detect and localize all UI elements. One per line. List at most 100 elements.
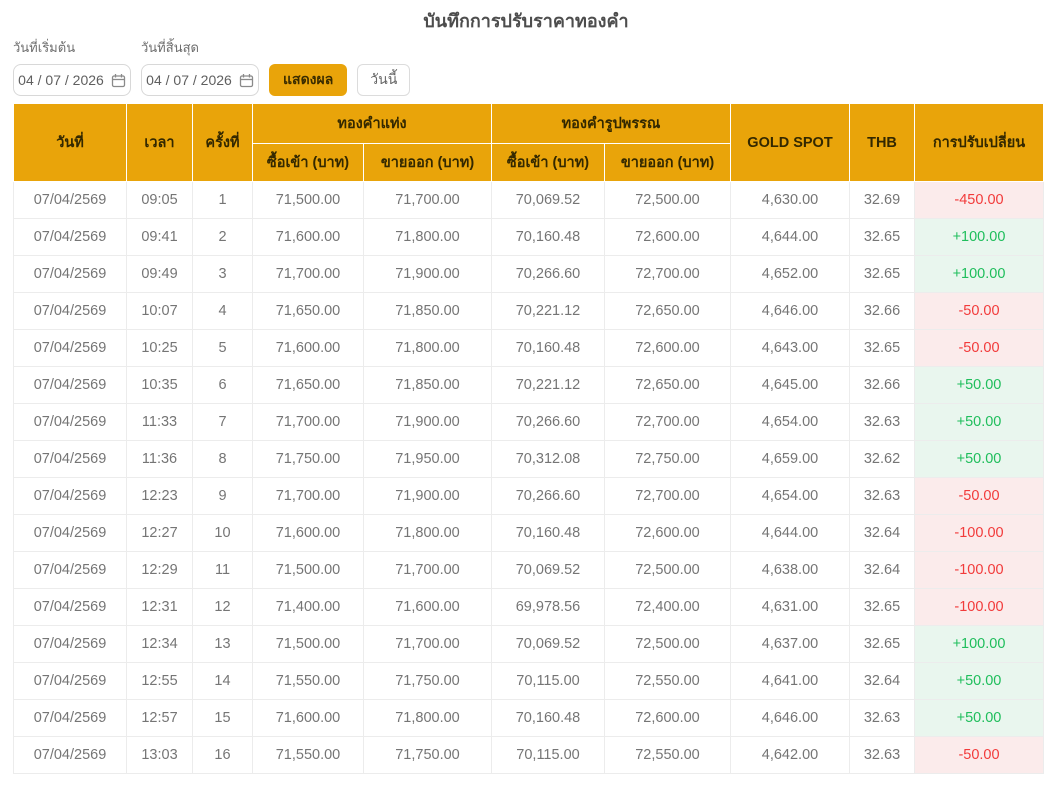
cell-ornament-buy: 70,160.48	[491, 329, 605, 367]
col-header-thb: THB	[849, 103, 915, 182]
cell-round: 14	[192, 662, 253, 700]
end-date-input[interactable]: 04 / 07 / 2026	[141, 64, 259, 96]
cell-bar-sell: 71,850.00	[363, 292, 492, 330]
table-row: 07/04/2569 12:27 10 71,600.00 71,800.00 70,16…	[13, 514, 1044, 552]
cell-date: 07/04/2569	[13, 662, 127, 700]
table-row: 07/04/2569 09:05 1 71,500.00 71,700.00 70,069…	[13, 181, 1044, 219]
cell-change: -100.00	[914, 588, 1044, 626]
cell-thb: 32.63	[849, 736, 915, 774]
cell-bar-buy: 71,600.00	[252, 329, 364, 367]
cell-date: 07/04/2569	[13, 736, 127, 774]
cell-change: -50.00	[914, 477, 1044, 515]
col-group-gold-bar: ทองคำแท่ง	[252, 103, 492, 144]
show-results-button[interactable]: แสดงผล	[269, 64, 348, 96]
col-header-ornament-buy: ซื้อเข้า (บาท)	[491, 143, 605, 182]
today-button[interactable]: วันนี้	[357, 64, 411, 96]
cell-bar-buy: 71,600.00	[252, 218, 364, 256]
cell-bar-buy: 71,700.00	[252, 255, 364, 293]
cell-thb: 32.65	[849, 218, 915, 256]
cell-bar-buy: 71,550.00	[252, 662, 364, 700]
cell-date: 07/04/2569	[13, 218, 127, 256]
cell-time: 12:57	[126, 699, 193, 737]
cell-thb: 32.64	[849, 551, 915, 589]
cell-ornament-buy: 70,221.12	[491, 292, 605, 330]
col-header-date: วันที่	[13, 103, 127, 182]
cell-bar-sell: 71,900.00	[363, 477, 492, 515]
cell-thb: 32.63	[849, 699, 915, 737]
cell-thb: 32.63	[849, 477, 915, 515]
cell-change: +50.00	[914, 662, 1044, 700]
cell-gold-spot: 4,643.00	[730, 329, 850, 367]
calendar-icon[interactable]	[239, 73, 254, 88]
cell-bar-sell: 71,600.00	[363, 588, 492, 626]
cell-gold-spot: 4,652.00	[730, 255, 850, 293]
cell-bar-buy: 71,700.00	[252, 403, 364, 441]
cell-thb: 32.64	[849, 662, 915, 700]
cell-date: 07/04/2569	[13, 551, 127, 589]
cell-time: 12:27	[126, 514, 193, 552]
table-row: 07/04/2569 12:55 14 71,550.00 71,750.00 70,11…	[13, 662, 1044, 700]
cell-bar-sell: 71,800.00	[363, 699, 492, 737]
cell-gold-spot: 4,641.00	[730, 662, 850, 700]
cell-round: 8	[192, 440, 253, 478]
cell-time: 13:03	[126, 736, 193, 774]
cell-gold-spot: 4,654.00	[730, 477, 850, 515]
cell-date: 07/04/2569	[13, 514, 127, 552]
cell-gold-spot: 4,645.00	[730, 366, 850, 404]
cell-ornament-sell: 72,500.00	[604, 181, 731, 219]
cell-time: 10:07	[126, 292, 193, 330]
cell-ornament-buy: 70,069.52	[491, 625, 605, 663]
cell-time: 12:29	[126, 551, 193, 589]
cell-ornament-sell: 72,650.00	[604, 366, 731, 404]
cell-time: 12:23	[126, 477, 193, 515]
cell-ornament-buy: 70,069.52	[491, 181, 605, 219]
cell-time: 12:31	[126, 588, 193, 626]
table-row: 07/04/2569 10:25 5 71,600.00 71,800.00 70,160…	[13, 329, 1044, 367]
cell-ornament-buy: 70,069.52	[491, 551, 605, 589]
cell-ornament-buy: 70,312.08	[491, 440, 605, 478]
table-row: 07/04/2569 12:29 11 71,500.00 71,700.00 70,06…	[13, 551, 1044, 589]
cell-thb: 32.65	[849, 588, 915, 626]
cell-thb: 32.63	[849, 403, 915, 441]
cell-thb: 32.65	[849, 255, 915, 293]
cell-change: +50.00	[914, 699, 1044, 737]
cell-bar-buy: 71,750.00	[252, 440, 364, 478]
cell-round: 4	[192, 292, 253, 330]
cell-date: 07/04/2569	[13, 403, 127, 441]
col-header-change: การปรับเปลี่ยน	[914, 103, 1044, 182]
cell-date: 07/04/2569	[13, 329, 127, 367]
cell-time: 10:25	[126, 329, 193, 367]
cell-round: 10	[192, 514, 253, 552]
cell-date: 07/04/2569	[13, 699, 127, 737]
cell-change: -50.00	[914, 736, 1044, 774]
cell-thb: 32.65	[849, 625, 915, 663]
cell-change: +50.00	[914, 366, 1044, 404]
table-row: 07/04/2569 13:03 16 71,550.00 71,750.00 70,11…	[13, 736, 1044, 774]
start-date-input[interactable]: 04 / 07 / 2026	[13, 64, 131, 96]
cell-time: 12:34	[126, 625, 193, 663]
cell-bar-buy: 71,550.00	[252, 736, 364, 774]
cell-change: +50.00	[914, 440, 1044, 478]
cell-gold-spot: 4,638.00	[730, 551, 850, 589]
cell-round: 13	[192, 625, 253, 663]
cell-round: 2	[192, 218, 253, 256]
cell-bar-sell: 71,800.00	[363, 329, 492, 367]
cell-bar-sell: 71,850.00	[363, 366, 492, 404]
table-body: 07/04/2569 09:05 1 71,500.00 71,700.00 70,069…	[13, 181, 1044, 774]
cell-gold-spot: 4,644.00	[730, 218, 850, 256]
col-header-ornament-sell: ขายออก (บาท)	[604, 143, 731, 182]
cell-bar-sell: 71,800.00	[363, 514, 492, 552]
cell-date: 07/04/2569	[13, 181, 127, 219]
cell-ornament-buy: 70,160.48	[491, 218, 605, 256]
cell-ornament-buy: 69,978.56	[491, 588, 605, 626]
calendar-icon[interactable]	[111, 73, 126, 88]
start-date-value: 04 / 07 / 2026	[18, 72, 104, 88]
table-row: 07/04/2569 10:35 6 71,650.00 71,850.00 70,221…	[13, 366, 1044, 404]
cell-gold-spot: 4,630.00	[730, 181, 850, 219]
cell-thb: 32.66	[849, 366, 915, 404]
cell-round: 5	[192, 329, 253, 367]
cell-bar-buy: 71,650.00	[252, 292, 364, 330]
cell-date: 07/04/2569	[13, 477, 127, 515]
gold-price-table: วันที่ เวลา ครั้งที่ ทองคำแท่ง ทองคำรูปพ…	[13, 103, 1044, 774]
cell-bar-sell: 71,800.00	[363, 218, 492, 256]
